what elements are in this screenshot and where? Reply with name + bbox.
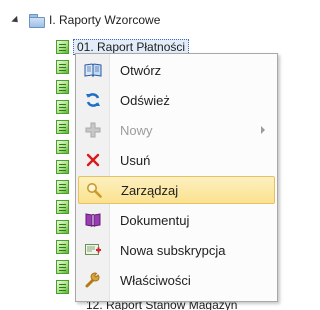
tree-item[interactable] bbox=[56, 99, 69, 115]
report-icon bbox=[56, 180, 69, 194]
menu-item-label: Usuń bbox=[120, 152, 151, 168]
menu-item-label: Zarządzaj bbox=[121, 182, 179, 198]
menu-item-manage[interactable]: Zarządzaj bbox=[78, 176, 275, 204]
menu-item-document[interactable]: Dokumentuj bbox=[78, 206, 275, 234]
tree-item[interactable] bbox=[56, 259, 69, 275]
open-book-icon bbox=[78, 56, 108, 84]
report-icon bbox=[56, 280, 69, 294]
menu-item-new[interactable]: Nowy bbox=[78, 116, 275, 144]
report-tree: I. Raporty Wzorcowe 01. Raport Płatności… bbox=[0, 0, 278, 310]
delete-x-icon bbox=[78, 146, 108, 174]
menu-item-label: Właściwości bbox=[120, 272, 191, 288]
tree-item[interactable] bbox=[56, 239, 69, 255]
expand-arrow-icon[interactable] bbox=[11, 15, 21, 25]
tree-item[interactable] bbox=[56, 159, 69, 175]
report-icon bbox=[56, 160, 69, 174]
tree-item[interactable] bbox=[56, 79, 69, 95]
report-icon bbox=[56, 60, 69, 74]
document-book-icon bbox=[78, 206, 108, 234]
report-icon bbox=[56, 260, 69, 274]
menu-item-delete[interactable]: Usuń bbox=[78, 146, 275, 174]
tree-item[interactable] bbox=[56, 139, 69, 155]
report-icon bbox=[56, 240, 69, 254]
wrench-icon bbox=[78, 266, 108, 294]
submenu-arrow-icon bbox=[261, 126, 265, 134]
menu-item-new-subscription[interactable]: Nowa subskrypcja bbox=[78, 236, 275, 264]
report-icon bbox=[56, 200, 69, 214]
tree-item[interactable] bbox=[56, 279, 69, 295]
magnifier-icon bbox=[79, 176, 109, 204]
report-icon bbox=[56, 140, 69, 154]
menu-item-refresh[interactable]: Odśwież bbox=[78, 86, 275, 114]
refresh-icon bbox=[78, 86, 108, 114]
menu-item-open[interactable]: Otwórz bbox=[78, 56, 275, 84]
menu-item-label: Nowy bbox=[120, 122, 153, 138]
report-icon bbox=[56, 220, 69, 234]
subscription-icon bbox=[78, 236, 108, 264]
tree-root-row[interactable]: I. Raporty Wzorcowe bbox=[11, 11, 160, 29]
report-icon bbox=[56, 120, 69, 134]
plus-icon bbox=[78, 116, 108, 144]
report-icon bbox=[56, 100, 69, 114]
menu-item-properties[interactable]: Właściwości bbox=[78, 266, 275, 294]
report-icon bbox=[56, 40, 69, 54]
folder-icon bbox=[29, 13, 45, 28]
tree-item[interactable] bbox=[56, 119, 69, 135]
report-icon bbox=[56, 80, 69, 94]
menu-item-label: Nowa subskrypcja bbox=[120, 242, 226, 258]
tree-item[interactable] bbox=[56, 179, 69, 195]
menu-item-label: Odśwież bbox=[120, 92, 170, 108]
tree-item[interactable] bbox=[56, 59, 69, 75]
context-menu: Otwórz Odśwież Nowy Usuń Zarządzaj Dokum… bbox=[75, 53, 278, 302]
tree-item[interactable] bbox=[56, 219, 69, 235]
menu-item-label: Otwórz bbox=[120, 62, 162, 78]
tree-root-label[interactable]: I. Raporty Wzorcowe bbox=[49, 13, 160, 27]
menu-item-label: Dokumentuj bbox=[120, 212, 190, 228]
tree-item[interactable] bbox=[56, 199, 69, 215]
